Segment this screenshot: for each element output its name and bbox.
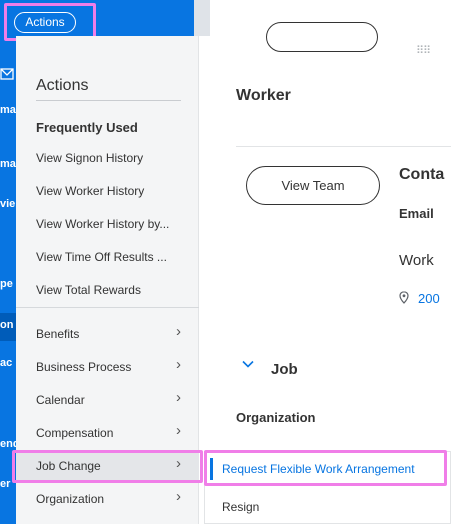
app-nav-strip: ma ma vie pe on ac end er	[0, 0, 16, 524]
category-organization[interactable]: Organization ›	[16, 485, 199, 513]
nav-label-fragment[interactable]: pe	[0, 278, 16, 290]
category-job-change[interactable]: Job Change ›	[16, 452, 199, 480]
menu-divider	[16, 307, 199, 308]
frequent-item[interactable]: View Signon History	[36, 151, 176, 165]
chevron-right-icon: ›	[176, 455, 181, 472]
job-section-title[interactable]: Job	[271, 361, 298, 378]
nav-label-fragment[interactable]: ma	[0, 158, 16, 170]
section-divider	[236, 146, 451, 147]
category-benefits[interactable]: Benefits ›	[16, 320, 199, 348]
category-label: Calendar	[36, 393, 85, 407]
menu-title-divider	[36, 100, 181, 101]
map-pin-icon	[399, 291, 409, 304]
frequent-item[interactable]: View Worker History by...	[36, 217, 176, 231]
nav-label-fragment[interactable]: ac	[0, 357, 16, 369]
work-label: Work	[399, 252, 434, 269]
organization-label: Organization	[236, 410, 316, 425]
actions-menu: Actions Frequently Used View Signon Hist…	[16, 36, 199, 524]
chevron-right-icon: ›	[176, 356, 181, 373]
job-change-submenu: Request Flexible Work Arrangement Resign	[204, 451, 451, 524]
chevron-right-icon: ›	[176, 422, 181, 439]
category-calendar[interactable]: Calendar ›	[16, 386, 199, 414]
profile-pill-button[interactable]	[266, 22, 378, 52]
top-bar-divider	[194, 0, 210, 36]
frequent-item[interactable]: View Time Off Results ...	[36, 250, 176, 264]
menu-title: Actions	[36, 77, 89, 94]
nav-label-fragment[interactable]: end	[0, 438, 16, 450]
nav-label-fragment[interactable]: er	[0, 478, 16, 490]
category-label: Job Change	[36, 459, 101, 473]
nav-label-fragment[interactable]: vie	[0, 198, 16, 210]
submenu-item-resign[interactable]: Resign	[205, 494, 450, 522]
category-compensation[interactable]: Compensation ›	[16, 419, 199, 447]
drag-grip-icon[interactable]: ⠿⠿	[416, 44, 431, 57]
category-business-process[interactable]: Business Process ›	[16, 353, 199, 381]
submenu-item-label: Request Flexible Work Arrangement	[222, 462, 415, 476]
chevron-down-icon[interactable]	[242, 360, 254, 368]
selection-indicator	[210, 458, 213, 480]
category-label: Organization	[36, 492, 105, 506]
frequently-used-heading: Frequently Used	[36, 120, 138, 135]
category-label: Business Process	[36, 360, 132, 374]
submenu-item-label: Resign	[222, 500, 260, 514]
view-team-button[interactable]: View Team	[246, 166, 380, 205]
chevron-right-icon: ›	[176, 488, 181, 505]
chevron-right-icon: ›	[176, 389, 181, 406]
nav-label-fragment[interactable]: ma	[0, 104, 16, 116]
frequent-item[interactable]: View Total Rewards	[36, 283, 176, 297]
address-link[interactable]: 200	[418, 291, 440, 306]
contact-heading: Conta	[399, 166, 445, 183]
submenu-item-request-flexible-work[interactable]: Request Flexible Work Arrangement	[205, 456, 450, 484]
nav-label-fragment[interactable]: on	[0, 319, 16, 331]
frequent-item[interactable]: View Worker History	[36, 184, 176, 198]
mail-icon[interactable]	[0, 68, 14, 80]
email-label: Email	[399, 206, 434, 221]
actions-button[interactable]: Actions	[14, 12, 76, 33]
chevron-right-icon: ›	[176, 323, 181, 340]
category-label: Compensation	[36, 426, 114, 440]
worker-title: Worker	[236, 87, 291, 104]
category-label: Benefits	[36, 327, 80, 341]
